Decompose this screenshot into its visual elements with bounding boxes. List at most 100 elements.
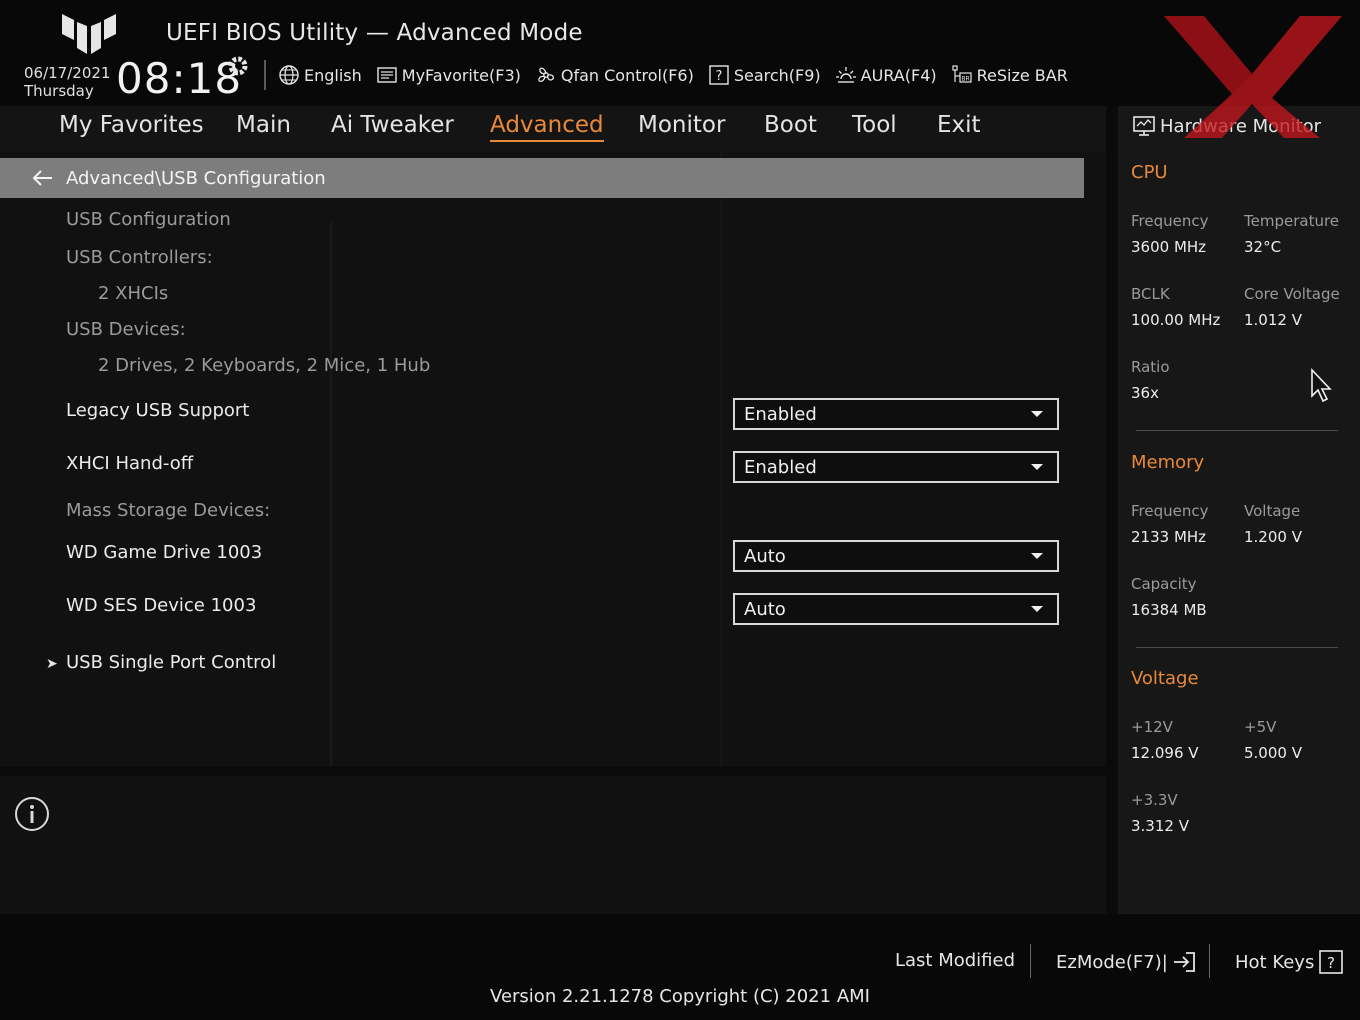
svg-text:?: ? <box>715 69 722 84</box>
tab-monitor[interactable]: Monitor <box>638 112 725 140</box>
cpu-temperature-label: Temperature <box>1244 212 1340 230</box>
main-menu-tabs: My Favorites Main Ai Tweaker Advanced Mo… <box>0 106 1106 152</box>
language-button[interactable]: English <box>278 64 362 86</box>
section-divider <box>1136 647 1338 648</box>
tab-tool[interactable]: Tool <box>852 112 897 140</box>
aura-label: AURA(F4) <box>860 65 937 85</box>
usb-controllers-value: 2 XHCIs <box>98 283 169 304</box>
background-line <box>330 222 332 766</box>
core-voltage-label: Core Voltage <box>1244 285 1340 303</box>
hot-keys-label: Hot Keys <box>1235 951 1315 973</box>
bclk-value: 100.00 MHz <box>1131 311 1221 329</box>
memory-capacity-value: 16384 MB <box>1131 601 1207 619</box>
memory-frequency-label: Frequency <box>1131 502 1209 520</box>
myfavorite-label: MyFavorite(F3) <box>401 65 521 85</box>
clock-time: 08:18 <box>116 54 243 103</box>
bclk-label: BCLK <box>1131 285 1170 303</box>
cpu-temperature-value: 32°C <box>1244 238 1282 256</box>
usb-configuration-heading: USB Configuration <box>66 209 231 230</box>
last-modified-button[interactable]: Last Modified <box>895 950 1015 971</box>
help-panel <box>0 776 1106 914</box>
memory-heading: Memory <box>1131 452 1205 473</box>
usb-devices-label: USB Devices: <box>66 319 186 340</box>
watermark-logo <box>1164 16 1342 138</box>
hot-keys-button[interactable]: Hot Keys ? <box>1235 950 1344 974</box>
tab-main[interactable]: Main <box>236 112 291 140</box>
header-bar: UEFI BIOS Utility — Advanced Mode 06/17/… <box>0 0 1360 106</box>
v33-value: 3.312 V <box>1131 817 1189 835</box>
ratio-label: Ratio <box>1131 358 1170 376</box>
select-value: Auto <box>744 598 786 620</box>
language-label: English <box>304 65 362 85</box>
tab-ai-tweaker[interactable]: Ai Tweaker <box>331 112 454 140</box>
tab-boot[interactable]: Boot <box>764 112 817 140</box>
header-separator <box>264 60 266 90</box>
app-title: UEFI BIOS Utility — Advanced Mode <box>166 20 583 46</box>
search-button[interactable]: ? Search(F9) <box>708 64 821 86</box>
usb-devices-value: 2 Drives, 2 Keyboards, 2 Mice, 1 Hub <box>98 355 431 376</box>
usb-controllers-label: USB Controllers: <box>66 247 213 268</box>
panel-divider <box>1108 106 1118 914</box>
date-display: 06/17/2021 Thursday <box>24 64 110 100</box>
usb-single-port-control-link[interactable]: USB Single Port Control <box>66 652 276 673</box>
xhci-handoff-select[interactable]: Enabled <box>733 451 1059 483</box>
search-label: Search(F9) <box>733 65 821 85</box>
search-help-icon: ? <box>709 65 729 85</box>
footer-separator <box>1030 944 1031 978</box>
v33-label: +3.3V <box>1131 791 1178 809</box>
tab-exit[interactable]: Exit <box>937 112 981 140</box>
settings-panel: Advanced\USB Configuration USB Configura… <box>0 152 1106 766</box>
ezmode-button[interactable]: EzMode(F7)| <box>1056 950 1198 974</box>
mass-storage-devices-label: Mass Storage Devices: <box>66 500 271 521</box>
aura-button[interactable]: AURA(F4) <box>835 64 937 86</box>
memory-capacity-label: Capacity <box>1131 575 1197 593</box>
memory-voltage-value: 1.200 V <box>1244 528 1302 546</box>
version-text: Version 2.21.1278 Copyright (C) 2021 AMI <box>490 986 870 1007</box>
wd-game-drive-select[interactable]: Auto <box>733 540 1059 572</box>
mouse-cursor-icon <box>1311 368 1332 403</box>
fan-icon <box>538 67 554 83</box>
wd-ses-device-select[interactable]: Auto <box>733 593 1059 625</box>
cpu-frequency-value: 3600 MHz <box>1131 238 1207 256</box>
wd-game-drive-label[interactable]: WD Game Drive 1003 <box>66 542 262 563</box>
select-value: Enabled <box>744 456 817 478</box>
back-arrow-icon[interactable] <box>30 167 56 189</box>
legacy-usb-support-select[interactable]: Enabled <box>733 398 1059 430</box>
caret-down-icon <box>1031 553 1043 559</box>
breadcrumb[interactable]: Advanced\USB Configuration <box>0 158 1084 198</box>
section-divider <box>1136 430 1338 431</box>
resize-bar-button[interactable]: BR ReSize BAR <box>951 64 1068 86</box>
myfavorite-button[interactable]: MyFavorite(F3) <box>376 64 521 86</box>
caret-down-icon <box>1031 464 1043 470</box>
aura-icon <box>835 67 856 83</box>
exit-to-ezmode-icon <box>1173 952 1195 972</box>
cpu-heading: CPU <box>1131 162 1168 183</box>
caret-down-icon <box>1031 606 1043 612</box>
hardware-monitor-panel: Hardware Monitor CPU Frequency Temperatu… <box>1118 106 1360 914</box>
tab-advanced[interactable]: Advanced <box>490 112 604 142</box>
tab-my-favorites[interactable]: My Favorites <box>59 112 204 140</box>
select-value: Enabled <box>744 403 817 425</box>
svg-text:BR: BR <box>961 76 969 83</box>
core-voltage-value: 1.012 V <box>1244 311 1302 329</box>
favorite-icon <box>377 67 397 83</box>
svg-text:?: ? <box>1327 954 1335 972</box>
caret-down-icon <box>1031 411 1043 417</box>
legacy-usb-support-label[interactable]: Legacy USB Support <box>66 400 249 421</box>
resize-bar-label: ReSize BAR <box>976 65 1068 85</box>
resize-bar-icon: BR <box>952 65 972 83</box>
v12-value: 12.096 V <box>1131 744 1199 762</box>
memory-frequency-value: 2133 MHz <box>1131 528 1207 546</box>
breadcrumb-path: Advanced\USB Configuration <box>66 167 326 189</box>
weekday-text: Thursday <box>24 82 94 100</box>
v5-label: +5V <box>1244 718 1277 736</box>
xhci-handoff-label[interactable]: XHCI Hand-off <box>66 453 193 474</box>
submenu-arrow-icon: ➤ <box>46 656 58 672</box>
v5-value: 5.000 V <box>1244 744 1302 762</box>
settings-gear-icon[interactable] <box>226 54 250 78</box>
qfan-control-button[interactable]: Qfan Control(F6) <box>535 64 694 86</box>
wd-ses-device-label[interactable]: WD SES Device 1003 <box>66 595 256 616</box>
select-value: Auto <box>744 545 786 567</box>
footer-bar: Last Modified EzMode(F7)| Hot Keys ? Ver… <box>0 914 1360 1020</box>
background-line <box>720 152 722 766</box>
